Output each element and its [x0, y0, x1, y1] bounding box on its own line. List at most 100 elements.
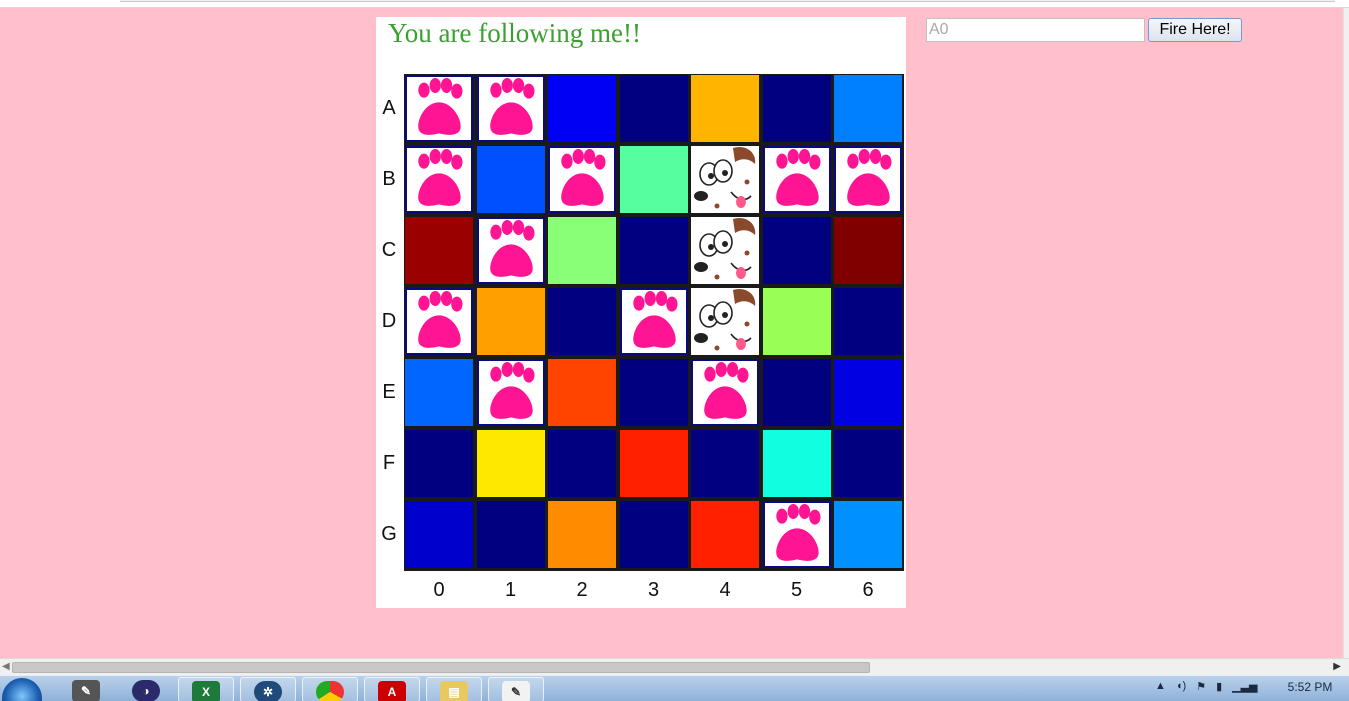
- game-title: You are following me!!: [388, 18, 641, 48]
- cell-G6[interactable]: [834, 501, 902, 568]
- cell-D5[interactable]: [762, 288, 831, 355]
- paw-icon: [418, 148, 463, 206]
- horizontal-scrollbar[interactable]: ◀ ▶: [0, 658, 1349, 675]
- cell-E0[interactable]: [405, 359, 473, 426]
- power-icon[interactable]: ▮: [1216, 680, 1222, 693]
- game-board-panel: You are following me!! A B C D E F G 0 1 2 3 4 5 6: [376, 17, 906, 608]
- cell-A4[interactable]: [691, 75, 759, 142]
- game-grid: [404, 74, 904, 571]
- cell-F1[interactable]: [476, 430, 545, 497]
- scroll-left-icon[interactable]: ◀: [2, 661, 10, 672]
- cell-A0-paw[interactable]: [405, 75, 473, 142]
- eclipse-taskbar-button[interactable]: ◑: [118, 677, 174, 701]
- cell-C5[interactable]: [762, 217, 831, 284]
- dog-icon: [693, 288, 759, 355]
- cell-E1-paw[interactable]: [476, 359, 545, 426]
- cell-B0-paw[interactable]: [405, 146, 473, 213]
- cell-C0[interactable]: [405, 217, 473, 284]
- cell-G4[interactable]: [691, 501, 759, 568]
- paw-icon: [632, 290, 678, 348]
- cell-F4[interactable]: [691, 430, 759, 497]
- flag-icon[interactable]: ⚑: [1196, 680, 1206, 693]
- cell-G3[interactable]: [619, 501, 688, 568]
- cell-G2[interactable]: [548, 501, 616, 568]
- cell-B6-paw[interactable]: [834, 146, 902, 213]
- browser-top-strip: [0, 0, 1349, 8]
- chrome-taskbar-button[interactable]: [302, 677, 358, 701]
- cell-C2[interactable]: [548, 217, 616, 284]
- excel-icon: X: [192, 681, 220, 701]
- cell-E4-paw[interactable]: [691, 359, 759, 426]
- paw-icon: [418, 290, 463, 348]
- cell-A2[interactable]: [548, 75, 616, 142]
- notepad-icon: ✎: [502, 681, 530, 701]
- cell-A3[interactable]: [619, 75, 688, 142]
- network-taskbar-button[interactable]: ✲: [240, 677, 296, 701]
- cell-D1[interactable]: [476, 288, 545, 355]
- cell-G1[interactable]: [476, 501, 545, 568]
- notepad-taskbar-button[interactable]: ✎: [488, 677, 544, 701]
- cell-D2[interactable]: [548, 288, 616, 355]
- tools-taskbar-button[interactable]: ✎: [58, 677, 114, 701]
- paw-icon: [775, 503, 821, 561]
- cell-C4-dog[interactable]: [691, 217, 759, 284]
- column-label: 5: [790, 579, 803, 601]
- cell-D6[interactable]: [834, 288, 902, 355]
- paw-icon: [775, 148, 821, 206]
- network-icon: ✲: [254, 681, 282, 701]
- start-orb-icon[interactable]: [2, 678, 42, 701]
- column-label: 3: [647, 579, 660, 601]
- cell-E5[interactable]: [762, 359, 831, 426]
- row-label: D: [381, 310, 397, 332]
- cell-C3[interactable]: [619, 217, 688, 284]
- cell-A5[interactable]: [762, 75, 831, 142]
- cell-B3[interactable]: [619, 146, 688, 213]
- paw-icon: [489, 219, 535, 277]
- cell-C1-paw[interactable]: [476, 217, 545, 284]
- row-label: A: [382, 97, 396, 119]
- cell-F5[interactable]: [762, 430, 831, 497]
- taskbar: ✎ ◑ X ✲ A ▤ ✎ ▲ ◖) ⚑ ▮ ▁▃▅ 5:52 PM: [0, 675, 1349, 701]
- volume-icon[interactable]: ◖): [1176, 680, 1186, 693]
- column-label: 4: [719, 579, 731, 601]
- cell-F3[interactable]: [619, 430, 688, 497]
- cell-D0-paw[interactable]: [405, 288, 473, 355]
- scroll-right-icon[interactable]: ▶: [1333, 661, 1341, 672]
- cell-A1-paw[interactable]: [476, 75, 545, 142]
- dog-icon: [693, 217, 759, 284]
- signal-icon[interactable]: ▁▃▅: [1232, 680, 1257, 693]
- cell-B5-paw[interactable]: [762, 146, 831, 213]
- excel-taskbar-button[interactable]: X: [178, 677, 234, 701]
- paw-icon: [489, 361, 535, 419]
- cell-D3-paw[interactable]: [619, 288, 688, 355]
- cell-G0[interactable]: [405, 501, 473, 568]
- cell-F0[interactable]: [405, 430, 473, 497]
- scrollbar-thumb[interactable]: [12, 662, 870, 673]
- cell-B4-dog[interactable]: [691, 146, 759, 213]
- explorer-taskbar-button[interactable]: ▤: [426, 677, 482, 701]
- row-label: F: [382, 452, 396, 474]
- paw-icon: [489, 77, 535, 135]
- vertical-scrollbar[interactable]: [1343, 8, 1349, 658]
- cell-A6[interactable]: [834, 75, 902, 142]
- cell-D4-dog[interactable]: [691, 288, 759, 355]
- cell-E6[interactable]: [834, 359, 902, 426]
- cell-G5-paw[interactable]: [762, 501, 831, 568]
- cell-E3[interactable]: [619, 359, 688, 426]
- cell-B2-paw[interactable]: [548, 146, 616, 213]
- chrome-icon: [316, 681, 344, 701]
- column-label: 6: [862, 579, 874, 601]
- cell-E2[interactable]: [548, 359, 616, 426]
- cell-B1[interactable]: [476, 146, 545, 213]
- cell-C6[interactable]: [834, 217, 902, 284]
- cell-F2[interactable]: [548, 430, 616, 497]
- column-label: 0: [433, 579, 445, 601]
- clock[interactable]: 5:52 PM: [1280, 680, 1340, 694]
- paw-icon: [704, 361, 749, 419]
- cell-F6[interactable]: [834, 430, 902, 497]
- acrobat-taskbar-button[interactable]: A: [364, 677, 420, 701]
- fire-button[interactable]: Fire Here!: [1148, 18, 1242, 42]
- coordinate-input[interactable]: [926, 18, 1145, 42]
- tray-expand-icon[interactable]: ▲: [1155, 680, 1166, 693]
- system-tray: ▲ ◖) ⚑ ▮ ▁▃▅: [1155, 680, 1258, 693]
